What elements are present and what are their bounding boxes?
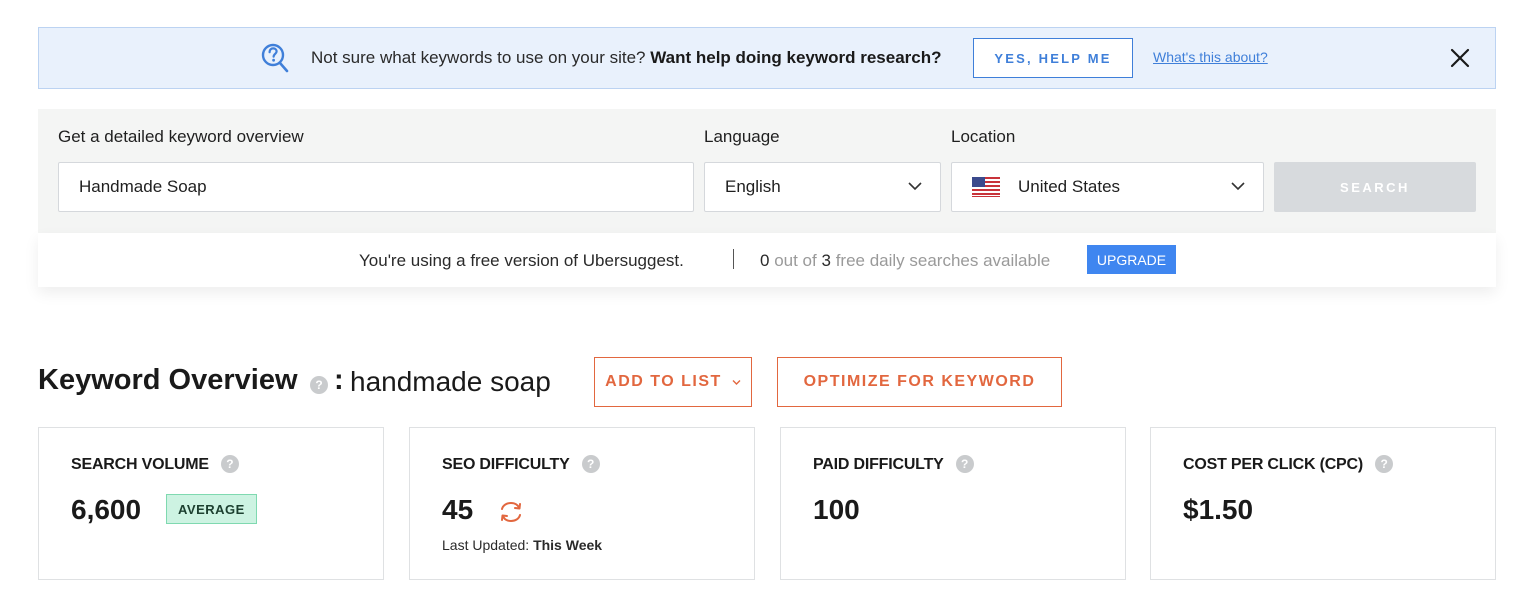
title-colon: : xyxy=(334,364,344,396)
keyword-input-value: Handmade Soap xyxy=(79,177,207,196)
language-select[interactable]: English xyxy=(704,162,941,212)
refresh-icon[interactable] xyxy=(498,500,524,524)
cpc-title: COST PER CLICK (CPC)? xyxy=(1183,455,1394,474)
paid-difficulty-card: PAID DIFFICULTY? 100 xyxy=(780,427,1126,580)
search-button[interactable]: SEARCH xyxy=(1274,162,1476,212)
language-label: Language xyxy=(704,127,780,146)
last-updated: Last Updated: This Week xyxy=(442,537,603,553)
free-version-text: You're using a free version of Ubersugge… xyxy=(359,251,684,270)
keyword-overview-label: Get a detailed keyword overview xyxy=(58,127,304,146)
search-volume-title: SEARCH VOLUME? xyxy=(71,455,239,474)
language-value: English xyxy=(725,177,781,196)
optimize-for-keyword-button[interactable]: OPTIMIZE FOR KEYWORD xyxy=(777,357,1062,407)
seo-difficulty-value: 45 xyxy=(442,494,474,525)
keyword-search-panel: Get a detailed keyword overview Language… xyxy=(38,109,1496,233)
free-version-notice: You're using a free version of Ubersugge… xyxy=(38,233,1496,287)
location-value: United States xyxy=(1018,177,1121,196)
chevron-down-icon xyxy=(1231,182,1245,191)
help-icon[interactable]: ? xyxy=(955,455,974,473)
seo-difficulty-title: SEO DIFFICULTY? xyxy=(442,455,600,474)
add-to-list-label: ADD TO LIST xyxy=(605,373,722,390)
upgrade-button[interactable]: UPGRADE xyxy=(1087,245,1176,274)
keyword-overview-title: Keyword Overview xyxy=(38,364,298,396)
search-question-icon xyxy=(261,43,289,73)
help-icon[interactable]: ? xyxy=(220,455,239,473)
help-icon[interactable]: ? xyxy=(1375,455,1394,473)
banner-message: Not sure what keywords to use on your si… xyxy=(311,48,942,67)
cpc-value: $1.50 xyxy=(1183,494,1254,525)
paid-difficulty-value: 100 xyxy=(813,494,860,525)
us-flag-icon xyxy=(972,177,1000,197)
chevron-down-icon xyxy=(732,379,741,385)
volume-status-badge: AVERAGE xyxy=(166,494,257,524)
out-of-text: out of xyxy=(774,251,817,270)
search-volume-value: 6,600 xyxy=(71,494,142,525)
keyword-input[interactable]: Handmade Soap xyxy=(58,162,694,212)
keyword-help-banner: Not sure what keywords to use on your si… xyxy=(38,27,1496,89)
searches-used: 0 xyxy=(760,251,770,270)
close-icon[interactable] xyxy=(1449,47,1471,69)
overview-keyword: handmade soap xyxy=(350,366,551,397)
divider xyxy=(733,249,734,269)
chevron-down-icon xyxy=(908,182,922,191)
location-label: Location xyxy=(951,127,1016,146)
whats-this-about-link[interactable]: What's this about? xyxy=(1153,49,1268,65)
help-icon[interactable]: ? xyxy=(581,455,600,473)
last-updated-value: This Week xyxy=(533,537,603,553)
searches-tail-text: free daily searches available xyxy=(835,251,1051,270)
add-to-list-button[interactable]: ADD TO LIST xyxy=(594,357,752,407)
search-volume-card: SEARCH VOLUME? 6,600 AVERAGE xyxy=(38,427,384,580)
cpc-card: COST PER CLICK (CPC)? $1.50 xyxy=(1150,427,1496,580)
help-icon[interactable]: ? xyxy=(310,376,328,394)
yes-help-me-button[interactable]: YES, HELP ME xyxy=(973,38,1133,78)
searches-total: 3 xyxy=(821,251,831,270)
location-select[interactable]: United States xyxy=(951,162,1264,212)
search-count: 0 out of 3 free daily searches available xyxy=(760,251,1050,271)
banner-message-bold: Want help doing keyword research? xyxy=(650,48,942,67)
seo-difficulty-card: SEO DIFFICULTY? 45 Last Updated: This We… xyxy=(409,427,755,580)
paid-difficulty-title: PAID DIFFICULTY? xyxy=(813,455,974,474)
